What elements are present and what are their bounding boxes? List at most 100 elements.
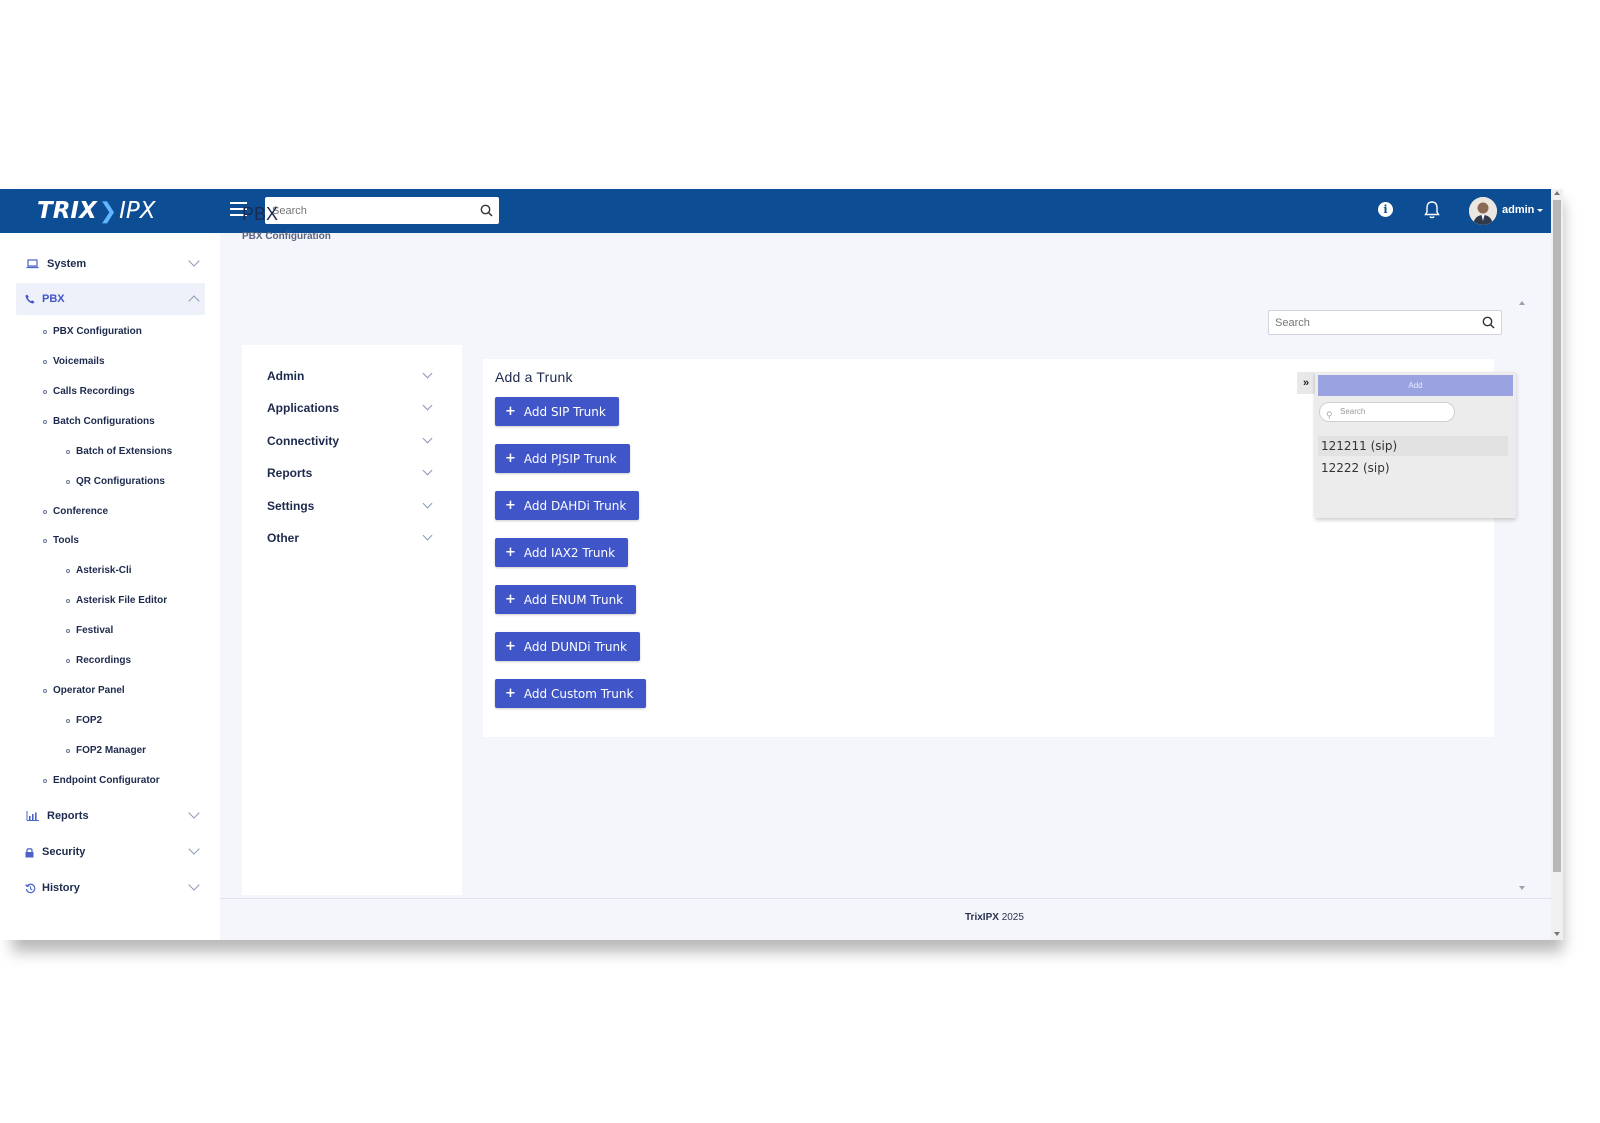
logo-chevron-icon: ❯ — [98, 198, 118, 224]
add-iax2-trunk-button[interactable]: + Add IAX2 Trunk — [495, 538, 629, 567]
footer: TrixIPX 2025 — [965, 912, 1024, 923]
plus-icon: + — [505, 404, 516, 419]
scroll-down-icon[interactable] — [1519, 886, 1525, 890]
sidebar-sub-batch-of-extensions[interactable]: Batch of Extensions — [66, 446, 172, 457]
bullet-icon — [43, 419, 47, 424]
phone-icon — [25, 294, 35, 304]
plus-icon: + — [505, 545, 516, 560]
sidebar-sub-operator-panel[interactable]: Operator Panel — [43, 685, 125, 696]
sidebar-item-security[interactable]: Security — [25, 843, 220, 859]
chevron-down-icon[interactable] — [422, 433, 433, 444]
sidebar-sub-label: QR Configurations — [76, 476, 165, 487]
button-label: Add ENUM Trunk — [523, 592, 624, 607]
sidebar-sub-fop2[interactable]: FOP2 — [66, 715, 102, 726]
search-icon[interactable] — [1475, 311, 1501, 335]
chevron-down-icon[interactable] — [422, 465, 433, 476]
sidebar-sub-label: Conference — [53, 506, 109, 517]
list-item[interactable]: 12222 (sip) — [1318, 458, 1508, 478]
sidebar-sub-qr-configurations[interactable]: QR Configurations — [66, 476, 165, 487]
bar-chart-icon — [25, 811, 39, 821]
config-menu-reports[interactable]: Reports — [267, 466, 312, 480]
window-scroll-down-icon[interactable] — [1554, 932, 1560, 936]
button-label: Add DAHDi Trunk — [523, 498, 627, 513]
bullet-icon — [66, 628, 70, 633]
chevron-down-icon — [188, 879, 200, 891]
chevron-down-icon[interactable] — [422, 368, 433, 379]
bullet-icon — [43, 688, 47, 693]
sidebar-item-history[interactable]: History — [25, 879, 220, 895]
add-pjsip-trunk-button[interactable]: + Add PJSIP Trunk — [495, 444, 630, 473]
chevron-down-icon — [188, 255, 200, 267]
config-menu-other[interactable]: Other — [267, 531, 299, 545]
sidebar-sub-label: Asterisk-Cli — [76, 565, 132, 576]
add-dahdi-trunk-button[interactable]: + Add DAHDi Trunk — [495, 491, 640, 520]
list-item[interactable]: 121211 (sip) — [1318, 436, 1508, 456]
sidebar-sub-fop2-manager[interactable]: FOP2 Manager — [66, 745, 146, 756]
sidebar-item-reports[interactable]: Reports — [25, 807, 220, 823]
add-dundi-trunk-button[interactable]: + Add DUNDi Trunk — [495, 632, 641, 661]
panel-toggle-icon[interactable]: » — [1297, 372, 1315, 394]
trunk-list-panel: Add ⚲ Search 121211 (sip) 12222 (sip) — [1315, 372, 1516, 518]
add-custom-trunk-button[interactable]: + Add Custom Trunk — [495, 679, 647, 708]
user-menu[interactable]: admin — [1502, 204, 1544, 216]
panel-search-input[interactable]: ⚲ Search — [1319, 402, 1455, 422]
config-menu-connectivity[interactable]: Connectivity — [267, 434, 339, 448]
sidebar-sub-label: Recordings — [76, 655, 132, 666]
config-menu-applications[interactable]: Applications — [267, 401, 339, 415]
window-scrollbar-thumb[interactable] — [1553, 200, 1561, 872]
add-sip-trunk-button[interactable]: + Add SIP Trunk — [495, 397, 619, 426]
config-menu-settings[interactable]: Settings — [267, 499, 314, 513]
info-icon[interactable]: i — [1378, 202, 1393, 217]
sidebar-item-label: PBX — [42, 293, 65, 305]
sidebar-sub-label: Festival — [76, 625, 114, 636]
scroll-up-icon[interactable] — [1519, 301, 1525, 305]
plus-icon: + — [505, 498, 516, 513]
sidebar-item-pbx[interactable]: PBX — [25, 292, 220, 307]
sidebar-sub-asterisk-cli[interactable]: Asterisk-Cli — [66, 565, 132, 576]
content-search-input[interactable] — [1269, 311, 1475, 334]
sidebar-sub-recordings[interactable]: Recordings — [66, 655, 131, 666]
page-title: PBX — [242, 204, 279, 224]
bullet-icon — [66, 568, 70, 573]
plus-icon: + — [505, 686, 516, 701]
chevron-down-icon[interactable] — [422, 530, 433, 541]
button-label: Add IAX2 Trunk — [523, 545, 616, 560]
sidebar-item-label: System — [47, 258, 87, 270]
sidebar-sub-pbx-configuration[interactable]: PBX Configuration — [43, 326, 142, 337]
sidebar-sub-batch-configurations[interactable]: Batch Configurations — [43, 416, 155, 427]
sidebar-sub-asterisk-file-editor[interactable]: Asterisk File Editor — [66, 595, 167, 606]
logo-text-left: TRIX — [37, 198, 97, 224]
logo[interactable]: TRIX ❯ IPX — [37, 197, 156, 225]
sidebar-sub-endpoint-configurator[interactable]: Endpoint Configurator — [43, 775, 160, 786]
sidebar-sub-label: Asterisk File Editor — [76, 595, 168, 606]
footer-year: 2025 — [1001, 912, 1024, 923]
avatar[interactable] — [1469, 197, 1497, 225]
config-menu-admin[interactable]: Admin — [267, 369, 304, 383]
sidebar-sub-label: Batch of Extensions — [76, 446, 173, 457]
bell-icon[interactable] — [1423, 200, 1441, 220]
panel-search-placeholder: Search — [1340, 407, 1366, 416]
sidebar-sub-conference[interactable]: Conference — [43, 506, 108, 517]
lock-icon — [25, 847, 34, 858]
plus-icon: + — [505, 451, 516, 466]
sidebar-item-system[interactable]: System — [25, 255, 220, 271]
sidebar-item-label: History — [42, 882, 80, 894]
add-enum-trunk-button[interactable]: + Add ENUM Trunk — [495, 585, 637, 614]
window-scroll-up-icon[interactable] — [1554, 191, 1560, 195]
panel-add-button[interactable]: Add — [1318, 375, 1513, 396]
sidebar-sub-label: Batch Configurations — [53, 416, 155, 427]
plus-icon: + — [505, 592, 516, 607]
chevron-down-icon[interactable] — [422, 400, 433, 411]
sidebar-sub-tools[interactable]: Tools — [43, 535, 79, 546]
sidebar-sub-voicemails[interactable]: Voicemails — [43, 356, 105, 367]
sidebar-sub-label: Endpoint Configurator — [53, 775, 160, 786]
search-icon[interactable] — [473, 197, 499, 224]
sidebar-sub-festival[interactable]: Festival — [66, 625, 113, 636]
header-search-input[interactable] — [265, 197, 473, 224]
chevron-up-icon — [188, 295, 200, 307]
chevron-down-icon[interactable] — [422, 498, 433, 509]
sidebar-sub-calls-recordings[interactable]: Calls Recordings — [43, 386, 135, 397]
top-navbar: TRIX ❯ IPX i admin — [0, 189, 1551, 233]
bullet-icon — [66, 658, 70, 663]
user-name: admin — [1502, 204, 1535, 216]
